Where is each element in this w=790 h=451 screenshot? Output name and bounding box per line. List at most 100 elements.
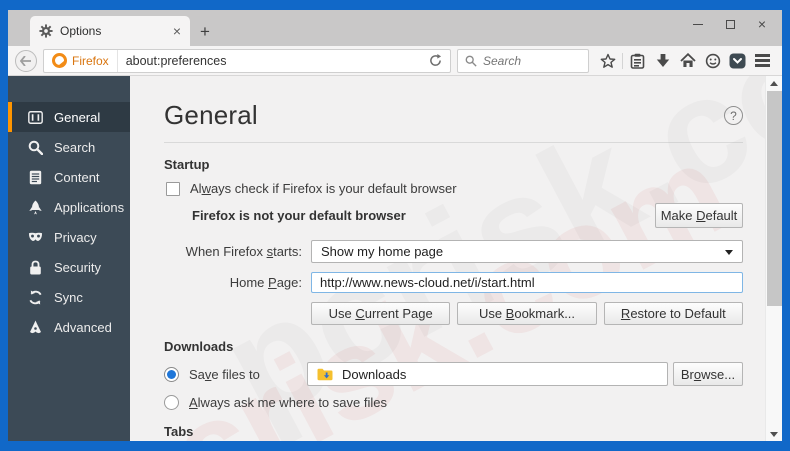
- reload-icon: [430, 54, 442, 66]
- sync-arrows-icon: [29, 289, 42, 305]
- when-starts-selected-value: Show my home page: [321, 244, 444, 259]
- tab-title: Options: [60, 24, 102, 38]
- restore-to-default-button[interactable]: Restore to Default: [603, 302, 743, 325]
- tab-options[interactable]: Options ×: [30, 16, 190, 46]
- hamburger-icon: [755, 54, 770, 67]
- scroll-down-button[interactable]: [766, 427, 782, 441]
- arrow-up-icon: [770, 80, 778, 86]
- bookmark-star-button[interactable]: [595, 49, 620, 73]
- toolbar-separator: [622, 52, 623, 69]
- use-bookmark-button[interactable]: Use Bookmark...: [457, 302, 597, 325]
- sidebar-item-privacy[interactable]: Privacy: [8, 222, 130, 252]
- toolbar-icons: [595, 49, 775, 73]
- sidebar-item-label: Sync: [54, 289, 83, 305]
- firefox-window: Options × + × Firefox about:preferences …: [0, 0, 790, 451]
- back-arrow-icon: [20, 55, 31, 66]
- identity-box[interactable]: Firefox: [44, 49, 118, 72]
- sidebar-item-content[interactable]: Content: [8, 162, 130, 192]
- gear-icon: [39, 24, 53, 38]
- save-files-to-radio[interactable]: [164, 366, 179, 382]
- tab-close-icon[interactable]: ×: [173, 24, 181, 38]
- home-page-label: Home Page:: [229, 275, 302, 290]
- sidebar-item-label: Security: [54, 259, 101, 275]
- sidebar-item-search[interactable]: Search: [8, 132, 130, 162]
- pocket-icon: [729, 53, 746, 68]
- download-folder-field[interactable]: Downloads: [307, 362, 668, 386]
- always-ask-radio[interactable]: [164, 395, 179, 410]
- search-input[interactable]: [483, 53, 573, 68]
- bookmarks-menu-button[interactable]: [625, 49, 650, 73]
- sidebar-item-label: Applications: [54, 199, 125, 215]
- wizard-hat-icon: [30, 320, 41, 333]
- startup-section-title: Startup: [164, 157, 210, 172]
- sidebar-item-label: Privacy: [54, 229, 97, 245]
- preferences-main-pane: pcrisk.com pcrisk.com General ? Startup …: [130, 76, 765, 441]
- help-button[interactable]: ?: [724, 106, 743, 125]
- padlock-icon: [30, 260, 41, 274]
- browse-button[interactable]: Browse...: [673, 362, 743, 386]
- new-tab-button[interactable]: +: [190, 18, 220, 46]
- menu-button[interactable]: [750, 49, 775, 73]
- save-files-to-label: Save files to: [189, 366, 260, 382]
- when-starts-select[interactable]: Show my home page: [311, 240, 743, 263]
- always-check-default-checkbox[interactable]: [166, 181, 180, 196]
- pocket-button[interactable]: [725, 49, 750, 73]
- page-title: General: [164, 100, 258, 130]
- vertical-scrollbar[interactable]: [765, 76, 782, 441]
- downloads-section-title: Downloads: [164, 339, 234, 354]
- window-controls: ×: [682, 13, 778, 35]
- mask-icon: [28, 232, 43, 241]
- back-button[interactable]: [15, 49, 37, 72]
- reload-button[interactable]: [421, 54, 450, 67]
- search-icon: [465, 55, 477, 67]
- nav-toolbar: Firefox about:preferences: [8, 46, 782, 76]
- scrollbar-thumb[interactable]: [767, 91, 782, 306]
- default-browser-status: Firefox is not your default browser: [192, 208, 406, 223]
- sidebar-item-label: Advanced: [54, 319, 112, 335]
- maximize-button[interactable]: [714, 13, 746, 35]
- arrow-down-icon: [770, 431, 778, 437]
- url-bar[interactable]: Firefox about:preferences: [43, 48, 451, 73]
- home-button[interactable]: [675, 49, 700, 73]
- close-icon: ×: [757, 16, 767, 32]
- tabs-section-title: Tabs: [164, 424, 194, 439]
- hello-button[interactable]: [700, 49, 725, 73]
- general-icon: [28, 110, 43, 124]
- smiley-icon: [705, 53, 720, 68]
- sidebar-item-applications[interactable]: Applications: [8, 192, 130, 222]
- downloads-folder-icon: [317, 368, 333, 380]
- sidebar-item-advanced[interactable]: Advanced: [8, 312, 130, 342]
- maximize-icon: [725, 19, 735, 29]
- close-button[interactable]: ×: [746, 13, 778, 35]
- rocket-icon: [29, 200, 42, 214]
- home-icon: [679, 53, 696, 67]
- downloads-button[interactable]: [650, 49, 675, 73]
- sidebar-item-security[interactable]: Security: [8, 252, 130, 282]
- search-box[interactable]: [457, 48, 589, 73]
- when-starts-label: When Firefox starts:: [185, 244, 302, 259]
- download-arrow-icon: [656, 54, 669, 67]
- sidebar-item-general[interactable]: General: [8, 102, 130, 132]
- sidebar-item-sync[interactable]: Sync: [8, 282, 130, 312]
- firefox-logo-icon: [52, 53, 67, 68]
- home-page-input[interactable]: [311, 272, 743, 293]
- always-ask-label: Always ask me where to save files: [189, 395, 387, 410]
- make-default-button[interactable]: Make Default: [655, 203, 743, 228]
- scroll-up-button[interactable]: [766, 76, 782, 90]
- sidebar-item-label: General: [54, 109, 101, 125]
- tab-strip: Options × + ×: [8, 10, 782, 46]
- sidebar-item-label: Search: [54, 139, 96, 155]
- document-icon: [29, 170, 42, 184]
- preferences-sidebar: General Search Content Applications Priv…: [8, 76, 130, 441]
- chevron-down-icon: [725, 250, 733, 255]
- always-check-default-label: Always check if Firefox is your default …: [190, 181, 457, 196]
- clipboard-icon: [630, 53, 645, 69]
- heading-divider: [164, 142, 743, 143]
- identity-label: Firefox: [72, 53, 109, 68]
- url-text[interactable]: about:preferences: [118, 54, 421, 68]
- use-current-page-button[interactable]: Use Current Page: [311, 302, 451, 325]
- sidebar-item-label: Content: [54, 169, 100, 185]
- star-icon: [600, 53, 615, 68]
- download-folder-name: Downloads: [342, 366, 407, 382]
- minimize-button[interactable]: [682, 13, 714, 35]
